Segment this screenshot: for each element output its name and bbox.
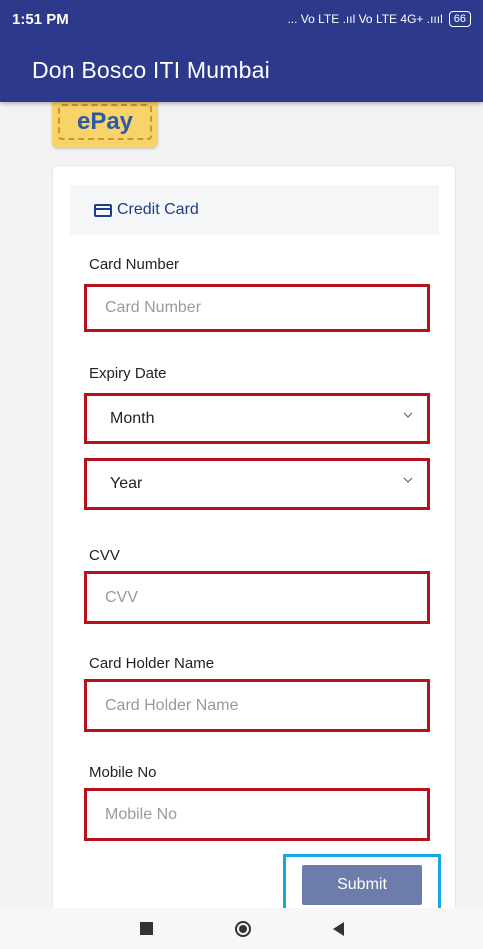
expiry-year-select[interactable]: Year (84, 458, 430, 510)
expiry-month-select[interactable]: Month (84, 393, 430, 444)
credit-card-tab[interactable]: Credit Card (70, 185, 439, 235)
app-bar: Don Bosco ITI Mumbai (0, 38, 483, 102)
expiry-year-value: Year (110, 475, 143, 492)
expiry-date-label: Expiry Date (89, 365, 167, 382)
status-indicators: ... Vo LTE .ııl Vo LTE 4G+ .ıııl 66 (287, 11, 471, 27)
mobile-no-input[interactable]: Mobile No (84, 788, 430, 841)
mobile-no-placeholder: Mobile No (105, 805, 178, 823)
recents-square-icon[interactable] (139, 922, 153, 935)
mobile-no-label: Mobile No (89, 764, 157, 781)
battery-icon: 66 (448, 11, 471, 27)
card-holder-name-placeholder: Card Holder Name (105, 696, 239, 714)
submit-button[interactable]: Submit (302, 865, 422, 905)
epay-logo-text: ePay (76, 108, 134, 135)
submit-highlight: Submit (283, 854, 441, 908)
back-triangle-icon[interactable] (332, 921, 344, 936)
system-nav-bar (0, 908, 483, 949)
card-holder-name-label: Card Holder Name (89, 655, 215, 672)
epay-logo: ePay (52, 102, 162, 148)
home-circle-icon[interactable] (234, 920, 251, 937)
cvv-input[interactable]: CVV (84, 571, 430, 624)
chevron-down-icon (403, 477, 413, 483)
card-number-label: Card Number (89, 256, 180, 273)
chevron-down-icon (403, 412, 413, 418)
credit-card-tab-label: Credit Card (117, 201, 199, 218)
credit-card-icon (94, 203, 112, 217)
signal-icons: ... Vo LTE .ııl Vo LTE 4G+ .ıııl (287, 12, 443, 26)
card-holder-name-input[interactable]: Card Holder Name (84, 679, 430, 732)
card-number-input[interactable]: Card Number (84, 284, 430, 332)
status-time: 1:51 PM (12, 10, 69, 28)
app-title: Don Bosco ITI Mumbai (32, 56, 270, 83)
cvv-label: CVV (89, 547, 120, 564)
scroll-content[interactable]: ePay Credit Card Card Number Card Number… (0, 102, 483, 908)
card-number-placeholder: Card Number (105, 299, 202, 316)
payment-form-card: Credit Card Card Number Card Number Expi… (52, 165, 456, 908)
status-bar: 1:51 PM ... Vo LTE .ııl Vo LTE 4G+ .ıııl… (0, 0, 483, 38)
cvv-placeholder: CVV (105, 588, 138, 606)
expiry-month-value: Month (110, 409, 155, 427)
